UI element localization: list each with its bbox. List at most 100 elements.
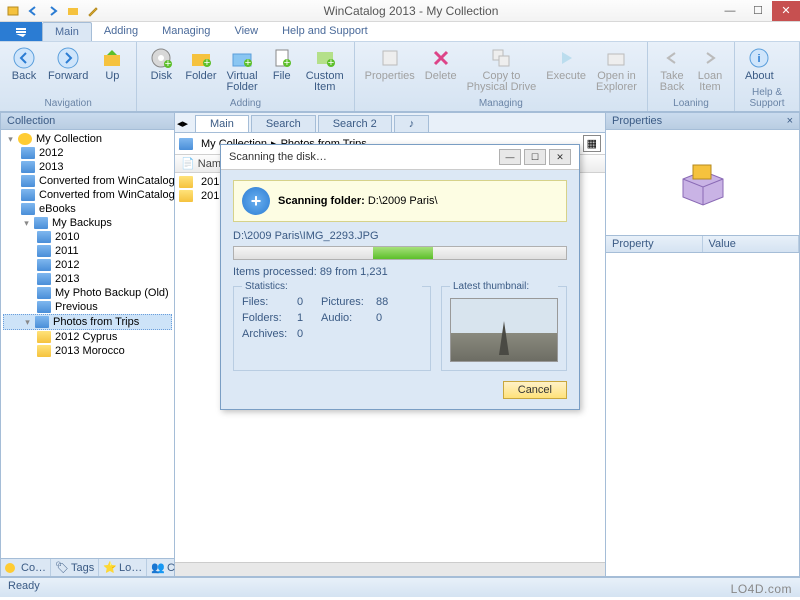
center-tab-search[interactable]: Search — [251, 115, 316, 132]
tree-label: Previous — [55, 301, 98, 313]
file-button[interactable]: +File — [264, 44, 300, 98]
dialog-title-text: Scanning the disk… — [229, 151, 327, 163]
tree-item[interactable]: 2012 — [3, 146, 172, 160]
dialog-minimize-button[interactable]: — — [499, 149, 521, 165]
tree-item[interactable]: 2011 — [3, 244, 172, 258]
tree-item-selected[interactable]: ▾ Photos from Trips — [3, 314, 172, 330]
redo-icon[interactable] — [44, 2, 62, 20]
tree-item[interactable]: 2010 — [3, 230, 172, 244]
collection-tree[interactable]: ▾My Collection 2012 2013 Converted from … — [1, 130, 174, 558]
properties-button[interactable]: Properties — [361, 44, 419, 98]
delete-button[interactable]: Delete — [421, 44, 461, 98]
qa-icon[interactable] — [4, 2, 22, 20]
expander-icon[interactable]: ▾ — [21, 218, 32, 229]
maximize-button[interactable]: ☐ — [744, 1, 772, 21]
stats-legend: Statistics: — [242, 281, 422, 292]
tree-label: Photos from Trips — [53, 316, 139, 328]
dialog-close-button[interactable]: ✕ — [549, 149, 571, 165]
disk-button[interactable]: +Disk — [143, 44, 179, 98]
take-back-button[interactable]: Take Back — [654, 44, 690, 98]
svg-text:+: + — [245, 57, 251, 69]
watermark: LO4D.com — [731, 582, 792, 596]
tab-help[interactable]: Help and Support — [270, 22, 380, 41]
custom-item-button[interactable]: +Custom Item — [302, 44, 348, 98]
bottom-tab-tags[interactable]: 🏷Tags — [51, 559, 99, 576]
tree-item[interactable]: ▾My Collection — [3, 132, 172, 146]
progress-bar — [233, 246, 567, 260]
open-in-explorer-button[interactable]: Open in Explorer — [592, 44, 641, 98]
minimize-button[interactable]: — — [716, 1, 744, 21]
properties-panel: Properties× Property Value — [605, 112, 800, 577]
properties-columns: Property Value — [606, 235, 799, 253]
tree-item[interactable]: Converted from WinCatalog — [3, 174, 172, 188]
group-label-loaning: Loaning — [654, 98, 728, 109]
center-tab-main[interactable]: Main — [195, 115, 249, 132]
tree-item[interactable]: 2013 — [3, 160, 172, 174]
open-icon[interactable] — [64, 2, 82, 20]
about-button[interactable]: iAbout — [741, 44, 778, 87]
forward-button[interactable]: Forward — [44, 44, 92, 98]
sidebar-header: Collection — [1, 113, 174, 130]
tab-managing[interactable]: Managing — [150, 22, 222, 41]
tree-item[interactable]: 2012 — [3, 258, 172, 272]
star-icon: ⭐ — [103, 561, 117, 574]
folder-icon — [37, 345, 51, 357]
col-property[interactable]: Property — [606, 236, 703, 252]
col-value[interactable]: Value — [703, 236, 800, 252]
view-toggle-icon[interactable]: ▦ — [583, 135, 601, 152]
svg-text:+: + — [284, 57, 290, 69]
tree-label: 2012 — [39, 147, 63, 159]
virtual-folder-button[interactable]: +Virtual Folder — [223, 44, 262, 98]
stat-label: Pictures: — [321, 296, 376, 308]
tree-item[interactable]: 2013 — [3, 272, 172, 286]
close-button[interactable]: ✕ — [772, 1, 800, 21]
tree-label: 2012 Cyprus — [55, 331, 117, 343]
sidebar-bottom-tabs: Co… 🏷Tags ⭐Lo… 👥Co… — [1, 558, 174, 576]
thumbnail-box: Latest thumbnail: — [441, 286, 567, 371]
tree-item[interactable]: Previous — [3, 300, 172, 314]
horizontal-scrollbar[interactable] — [175, 562, 605, 576]
tab-view[interactable]: View — [222, 22, 270, 41]
center-tab-music[interactable]: ♪ — [394, 115, 430, 132]
expander-icon[interactable]: ▾ — [5, 134, 16, 145]
collection-icon — [18, 133, 32, 145]
up-button[interactable]: Up — [94, 44, 130, 98]
tab-adding[interactable]: Adding — [92, 22, 150, 41]
folder-icon — [37, 245, 51, 257]
tree-item[interactable]: Converted from WinCatalog — [3, 188, 172, 202]
folder-icon — [21, 161, 35, 173]
loan-item-button[interactable]: Loan Item — [692, 44, 728, 98]
copy-to-drive-button[interactable]: Copy to Physical Drive — [463, 44, 541, 98]
bottom-tab-collection[interactable]: Co… — [1, 559, 51, 576]
tab-main[interactable]: Main — [42, 22, 92, 41]
folder-button[interactable]: +Folder — [181, 44, 220, 98]
folder-icon — [37, 331, 51, 343]
tree-item[interactable]: 2012 Cyprus — [3, 330, 172, 344]
bottom-tab-locations[interactable]: ⭐Lo… — [99, 559, 147, 576]
tree-item[interactable]: eBooks — [3, 202, 172, 216]
group-label-adding: Adding — [143, 98, 347, 109]
undo-icon[interactable] — [24, 2, 42, 20]
tree-label: 2011 — [55, 245, 79, 257]
tab-nav-arrows[interactable]: ◂▸ — [177, 117, 188, 130]
close-panel-icon[interactable]: × — [787, 115, 793, 127]
group-label-help: Help & Support — [741, 87, 793, 109]
app-menu-button[interactable] — [0, 22, 42, 41]
dialog-maximize-button[interactable]: ☐ — [524, 149, 546, 165]
ribbon-group-managing: Properties Delete Copy to Physical Drive… — [355, 42, 648, 111]
cancel-button[interactable]: Cancel — [503, 381, 567, 399]
tree-item[interactable]: 2013 Morocco — [3, 344, 172, 358]
tree-item[interactable]: ▾My Backups — [3, 216, 172, 230]
back-button[interactable]: Back — [6, 44, 42, 98]
edit-icon[interactable] — [84, 2, 102, 20]
center-tab-search2[interactable]: Search 2 — [318, 115, 392, 132]
window-controls: — ☐ ✕ — [716, 1, 800, 21]
stat-label: Audio: — [321, 312, 376, 324]
stat-value: 0 — [297, 296, 321, 308]
execute-button[interactable]: Execute — [542, 44, 590, 98]
expander-icon[interactable]: ▾ — [22, 317, 33, 328]
dialog-titlebar[interactable]: Scanning the disk… — ☐ ✕ — [221, 145, 579, 170]
ribbon: Back Forward Up Navigation +Disk +Folder… — [0, 42, 800, 112]
tree-item[interactable]: My Photo Backup (Old) — [3, 286, 172, 300]
statistics-box: Statistics: Files:0 Pictures:88 Folders:… — [233, 286, 431, 371]
